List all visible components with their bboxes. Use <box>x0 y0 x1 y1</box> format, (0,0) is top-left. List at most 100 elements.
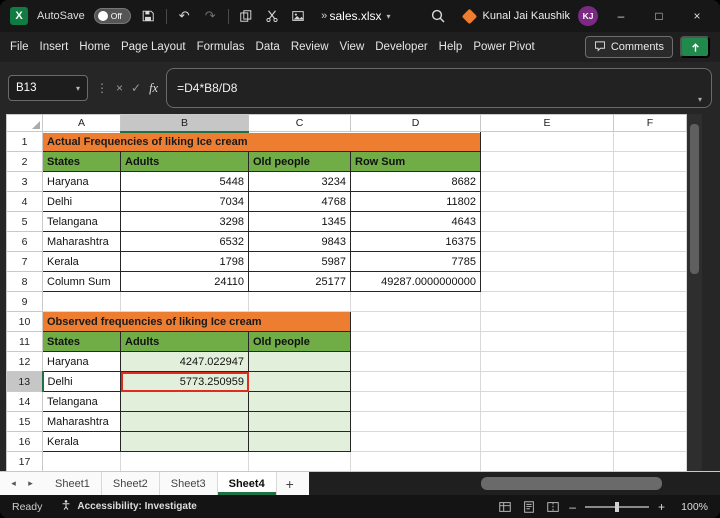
cell-C4[interactable]: 4768 <box>248 191 351 212</box>
cell-B4[interactable]: 7034 <box>120 191 249 212</box>
row-header-17[interactable]: 17 <box>6 451 43 472</box>
excel-logo-icon[interactable]: X <box>10 7 28 25</box>
cell-D8[interactable]: 49287.0000000000 <box>350 271 481 292</box>
zoom-slider[interactable] <box>584 501 649 512</box>
share-button[interactable] <box>680 36 710 58</box>
cell-F12[interactable] <box>613 351 687 372</box>
cell-D6[interactable]: 16375 <box>350 231 481 252</box>
save-icon[interactable] <box>140 8 157 25</box>
cell-E9[interactable] <box>480 291 614 312</box>
cell-F15[interactable] <box>613 411 687 432</box>
cell-F9[interactable] <box>613 291 687 312</box>
column-header-D[interactable]: D <box>350 114 481 132</box>
cell-F16[interactable] <box>613 431 687 452</box>
cell-F11[interactable] <box>613 331 687 352</box>
cell-B13[interactable]: 5773.250959 <box>120 371 249 392</box>
sheet-tab-sheet4[interactable]: Sheet4 <box>217 472 277 495</box>
name-box[interactable]: B13 ▾ <box>8 75 88 101</box>
row-header-15[interactable]: 15 <box>6 411 43 432</box>
horizontal-scrollbar-thumb[interactable] <box>481 477 663 490</box>
select-all-corner[interactable] <box>6 114 43 132</box>
cell-E17[interactable] <box>480 451 614 472</box>
promo-icon[interactable] <box>461 8 477 24</box>
vertical-scrollbar-thumb[interactable] <box>690 124 699 274</box>
cell-E8[interactable] <box>480 271 614 292</box>
cell-D11[interactable] <box>350 331 481 352</box>
cell-E16[interactable] <box>480 431 614 452</box>
cell-A10[interactable]: Observed frequencies of liking Ice cream <box>42 311 351 332</box>
cell-F8[interactable] <box>613 271 687 292</box>
cell-A11[interactable]: States <box>42 331 121 352</box>
cell-B12[interactable]: 4247.022947 <box>120 351 249 372</box>
zoom-slider-thumb[interactable] <box>614 501 619 512</box>
cell-B16[interactable] <box>120 431 249 452</box>
row-header-9[interactable]: 9 <box>6 291 43 312</box>
cancel-entry-icon[interactable]: × <box>116 81 123 95</box>
insert-function-icon[interactable]: fx <box>149 81 158 96</box>
cell-D2[interactable]: Row Sum <box>350 151 481 172</box>
cell-E7[interactable] <box>480 251 614 272</box>
cell-D4[interactable]: 11802 <box>350 191 481 212</box>
cell-A6[interactable]: Maharashtra <box>42 231 121 252</box>
cell-D3[interactable]: 8682 <box>350 171 481 192</box>
accessibility-status[interactable]: Accessibility: Investigate <box>60 499 197 514</box>
cell-C17[interactable] <box>248 451 351 472</box>
ribbon-tab-developer[interactable]: Developer <box>375 41 427 53</box>
cell-D17[interactable] <box>350 451 481 472</box>
cell-F17[interactable] <box>613 451 687 472</box>
cell-A16[interactable]: Kerala <box>42 431 121 452</box>
sheet-tab-sheet1[interactable]: Sheet1 <box>44 472 102 495</box>
cell-F6[interactable] <box>613 231 687 252</box>
cell-D7[interactable]: 7785 <box>350 251 481 272</box>
redo-icon[interactable]: ↷ <box>202 8 219 25</box>
cell-E3[interactable] <box>480 171 614 192</box>
row-header-10[interactable]: 10 <box>6 311 43 332</box>
cell-C2[interactable]: Old people <box>248 151 351 172</box>
cell-D12[interactable] <box>350 351 481 372</box>
enter-entry-icon[interactable]: ✓ <box>131 81 141 95</box>
cell-C6[interactable]: 9843 <box>248 231 351 252</box>
column-header-E[interactable]: E <box>480 114 614 132</box>
cell-F13[interactable] <box>613 371 687 392</box>
vertical-scrollbar[interactable] <box>687 114 702 471</box>
avatar[interactable]: KJ <box>578 6 598 26</box>
sheet-tab-sheet3[interactable]: Sheet3 <box>159 472 218 495</box>
cell-B14[interactable] <box>120 391 249 412</box>
cell-C8[interactable]: 25177 <box>248 271 351 292</box>
cell-C11[interactable]: Old people <box>248 331 351 352</box>
cell-E2[interactable] <box>480 151 614 172</box>
cell-E5[interactable] <box>480 211 614 232</box>
cell-E12[interactable] <box>480 351 614 372</box>
row-header-16[interactable]: 16 <box>6 431 43 452</box>
more-options-icon[interactable]: ⋮ <box>96 81 108 95</box>
ribbon-tab-page-layout[interactable]: Page Layout <box>121 41 186 53</box>
cell-F10[interactable] <box>613 311 687 332</box>
row-header-2[interactable]: 2 <box>6 151 43 172</box>
row-header-1[interactable]: 1 <box>6 131 43 152</box>
row-header-3[interactable]: 3 <box>6 171 43 192</box>
cell-D9[interactable] <box>350 291 481 312</box>
row-header-14[interactable]: 14 <box>6 391 43 412</box>
cell-B15[interactable] <box>120 411 249 432</box>
cell-A1[interactable]: Actual Frequencies of liking Ice cream <box>42 131 481 152</box>
cell-A5[interactable]: Telangana <box>42 211 121 232</box>
add-sheet-button[interactable]: + <box>277 472 303 495</box>
cell-A7[interactable]: Kerala <box>42 251 121 272</box>
cell-E11[interactable] <box>480 331 614 352</box>
cell-D10[interactable] <box>350 311 481 332</box>
copy-icon[interactable] <box>238 8 255 25</box>
cell-D5[interactable]: 4643 <box>350 211 481 232</box>
row-header-8[interactable]: 8 <box>6 271 43 292</box>
document-title[interactable]: sales.xlsx ▾ <box>329 0 390 32</box>
cell-D15[interactable] <box>350 411 481 432</box>
cell-F3[interactable] <box>613 171 687 192</box>
zoom-in-button[interactable]: + <box>658 500 665 514</box>
cell-C14[interactable] <box>248 391 351 412</box>
cell-B7[interactable]: 1798 <box>120 251 249 272</box>
column-header-C[interactable]: C <box>248 114 351 132</box>
account-area[interactable]: Kunal Jai Kaushik KJ <box>461 0 598 32</box>
cell-A4[interactable]: Delhi <box>42 191 121 212</box>
row-header-11[interactable]: 11 <box>6 331 43 352</box>
row-header-12[interactable]: 12 <box>6 351 43 372</box>
row-header-4[interactable]: 4 <box>6 191 43 212</box>
